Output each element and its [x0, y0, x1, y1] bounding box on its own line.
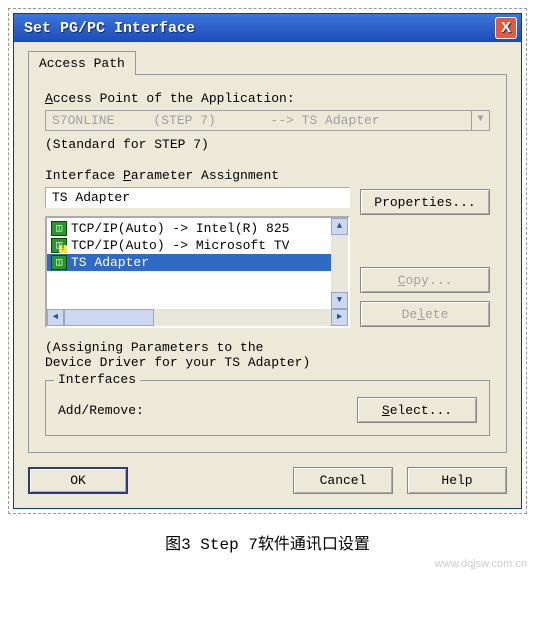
- horizontal-scrollbar[interactable]: ◄ ►: [47, 309, 348, 326]
- network-adapter-icon: ◫: [51, 255, 67, 270]
- watermark: www.dqjsw.com.cn: [8, 558, 527, 570]
- scroll-down-icon[interactable]: ▼: [331, 292, 348, 309]
- access-point-value: S7ONLINE (STEP 7) --> TS Adapter: [46, 111, 471, 130]
- close-icon[interactable]: X: [495, 17, 517, 39]
- ok-button[interactable]: OK: [28, 467, 128, 494]
- access-point-label: Access Point of the Application:: [45, 91, 490, 106]
- access-point-hint: (Standard for STEP 7): [45, 137, 490, 152]
- interface-param-note: (Assigning Parameters to the Device Driv…: [45, 340, 490, 370]
- help-button[interactable]: Help: [407, 467, 507, 494]
- interface-param-current[interactable]: TS Adapter: [45, 187, 350, 208]
- tab-panel: Access Point of the Application: S7ONLIN…: [28, 74, 507, 453]
- tab-access-path[interactable]: Access Path: [28, 51, 136, 75]
- list-item-label: TCP/IP(Auto) -> Microsoft TV: [71, 238, 289, 253]
- list-item[interactable]: ◫ TS Adapter: [47, 254, 348, 271]
- interface-param-label: Interface Parameter Assignment: [45, 168, 490, 183]
- access-point-dropdown[interactable]: S7ONLINE (STEP 7) --> TS Adapter ▼: [45, 110, 490, 131]
- scroll-up-icon[interactable]: ▲: [331, 218, 348, 235]
- list-item[interactable]: ◫ TCP/IP(Auto) -> Intel(R) 825: [47, 220, 348, 237]
- properties-button[interactable]: Properties...: [360, 189, 490, 215]
- interfaces-legend: Interfaces: [54, 372, 140, 387]
- list-item-label: TCP/IP(Auto) -> Intel(R) 825: [71, 221, 289, 236]
- interface-param-list[interactable]: ◫ TCP/IP(Auto) -> Intel(R) 825 ◫ TCP/IP(Aut…: [45, 216, 350, 328]
- window-title: Set PG/PC Interface: [24, 20, 495, 37]
- scroll-right-icon[interactable]: ►: [331, 309, 348, 326]
- chevron-down-icon[interactable]: ▼: [471, 111, 489, 130]
- dialog-window: Set PG/PC Interface X Access Path Access…: [13, 13, 522, 509]
- list-item-label: TS Adapter: [71, 255, 149, 270]
- network-adapter-icon: ◫: [51, 238, 67, 253]
- vertical-scrollbar[interactable]: ▲ ▼: [331, 218, 348, 309]
- list-item[interactable]: ◫ TCP/IP(Auto) -> Microsoft TV: [47, 237, 348, 254]
- interfaces-group: Interfaces Add/Remove: Select...: [45, 380, 490, 436]
- select-button[interactable]: Select...: [357, 397, 477, 423]
- delete-button: Delete: [360, 301, 490, 327]
- scroll-left-icon[interactable]: ◄: [47, 309, 64, 326]
- copy-button: Copy...: [360, 267, 490, 293]
- titlebar[interactable]: Set PG/PC Interface X: [14, 14, 521, 42]
- figure-caption: 图3 Step 7软件通讯口设置: [8, 530, 527, 554]
- add-remove-label: Add/Remove:: [58, 403, 357, 418]
- cancel-button[interactable]: Cancel: [293, 467, 393, 494]
- scroll-thumb[interactable]: [64, 309, 154, 326]
- network-adapter-icon: ◫: [51, 221, 67, 236]
